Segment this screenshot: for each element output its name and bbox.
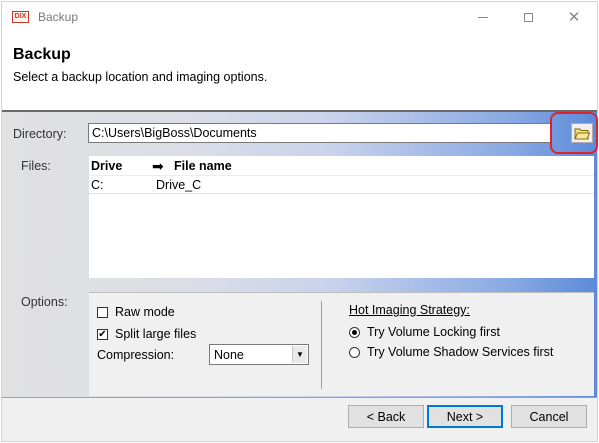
split-large-files-label: Split large files <box>115 327 197 341</box>
directory-label: Directory: <box>13 127 67 141</box>
chevron-down-icon[interactable]: ▼ <box>292 346 307 363</box>
close-icon: ✕ <box>567 9 581 26</box>
app-icon: DIX <box>12 11 29 23</box>
options-panel: Raw mode ✔ Split large files Compression… <box>89 292 594 396</box>
wizard-body: Directory: Files: Drive ➡ File name C: D… <box>2 112 598 397</box>
cancel-button[interactable]: Cancel <box>511 405 587 428</box>
split-large-files-checkbox-box[interactable]: ✔ <box>97 328 108 340</box>
maximize-icon <box>523 12 533 22</box>
maximize-button[interactable] <box>505 2 551 32</box>
radio-volume-locking-button[interactable] <box>349 326 360 338</box>
backup-window: DIX Backup ✕ Backup Select a backup loca… <box>1 1 598 442</box>
column-header-drive[interactable]: Drive <box>91 159 122 173</box>
compression-label: Compression: <box>97 348 175 362</box>
wizard-header: Backup Select a backup location and imag… <box>2 32 597 112</box>
radio-volume-locking[interactable]: Try Volume Locking first <box>349 325 500 339</box>
raw-mode-checkbox[interactable]: Raw mode <box>97 305 175 319</box>
minimize-button[interactable] <box>460 2 506 32</box>
compression-select[interactable]: None ▼ <box>209 344 309 365</box>
page-subtitle: Select a backup location and imaging opt… <box>13 70 268 84</box>
window-title: Backup <box>38 10 79 24</box>
file-name-cell: Drive_C <box>156 178 202 192</box>
split-large-files-checkbox[interactable]: ✔ Split large files <box>97 327 196 341</box>
files-label: Files: <box>21 159 51 173</box>
page-title: Backup <box>13 46 71 63</box>
drive-cell: C: <box>91 178 104 192</box>
directory-input[interactable] <box>88 123 551 143</box>
raw-mode-checkbox-box[interactable] <box>97 306 108 318</box>
cancel-button-label: Cancel <box>529 409 569 424</box>
options-label: Options: <box>21 295 68 309</box>
next-button[interactable]: Next > <box>427 405 503 428</box>
browse-button-highlight <box>550 112 598 154</box>
radio-volume-locking-label: Try Volume Locking first <box>367 325 500 339</box>
raw-mode-label: Raw mode <box>115 305 175 319</box>
wizard-footer: < Back Next > Cancel <box>2 398 597 441</box>
close-button[interactable]: ✕ <box>551 2 597 32</box>
sort-arrow-icon: ➡ <box>152 158 164 174</box>
column-header-file-name[interactable]: File name <box>174 159 232 173</box>
radio-volume-shadow-label: Try Volume Shadow Services first <box>367 345 554 359</box>
minimize-icon <box>478 16 488 18</box>
table-row[interactable]: C: Drive_C <box>89 176 594 194</box>
back-button-label: < Back <box>366 409 406 424</box>
next-button-label: Next > <box>446 409 484 424</box>
compression-selected-value: None <box>214 348 244 362</box>
title-bar: DIX Backup ✕ <box>2 2 597 32</box>
back-button[interactable]: < Back <box>348 405 424 428</box>
hot-imaging-title: Hot Imaging Strategy: <box>349 303 470 317</box>
radio-volume-shadow[interactable]: Try Volume Shadow Services first <box>349 345 553 359</box>
options-divider <box>321 301 322 389</box>
files-list[interactable]: Drive ➡ File name C: Drive_C <box>89 156 594 278</box>
radio-volume-shadow-button[interactable] <box>349 346 360 358</box>
